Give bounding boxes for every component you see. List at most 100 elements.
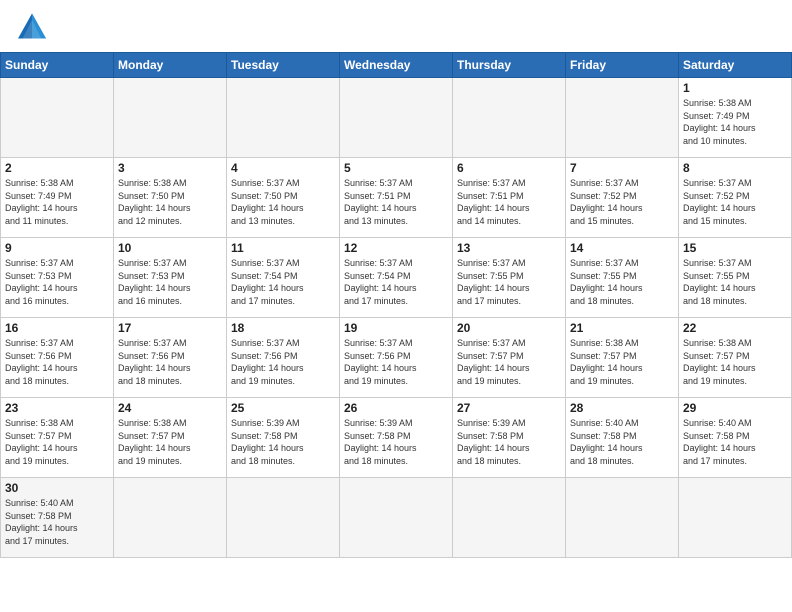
calendar-cell: 15 Sunrise: 5:37 AM Sunset: 7:55 PM Dayli… xyxy=(679,238,792,318)
calendar-header-tuesday: Tuesday xyxy=(227,53,340,78)
calendar-cell xyxy=(227,78,340,158)
calendar-cell: 21 Sunrise: 5:38 AM Sunset: 7:57 PM Dayli… xyxy=(566,318,679,398)
calendar-cell: 20 Sunrise: 5:37 AM Sunset: 7:57 PM Dayli… xyxy=(453,318,566,398)
calendar-cell xyxy=(114,78,227,158)
calendar-cell: 22Sunrise: 5:38 AM Sunset: 7:57 PM Dayli… xyxy=(679,318,792,398)
day-number: 6 xyxy=(457,161,561,175)
day-number: 20 xyxy=(457,321,561,335)
calendar-cell xyxy=(679,478,792,558)
calendar-cell: 28Sunrise: 5:40 AM Sunset: 7:58 PM Dayli… xyxy=(566,398,679,478)
day-number: 7 xyxy=(570,161,674,175)
calendar-cell: 5Sunrise: 5:37 AM Sunset: 7:51 PM Daylig… xyxy=(340,158,453,238)
calendar-cell: 1Sunrise: 5:38 AM Sunset: 7:49 PM Daylig… xyxy=(679,78,792,158)
day-number: 2 xyxy=(5,161,109,175)
calendar: SundayMondayTuesdayWednesdayThursdayFrid… xyxy=(0,52,792,558)
calendar-header-wednesday: Wednesday xyxy=(340,53,453,78)
day-info: Sunrise: 5:37 AM Sunset: 7:53 PM Dayligh… xyxy=(5,257,109,307)
calendar-header-saturday: Saturday xyxy=(679,53,792,78)
calendar-cell xyxy=(453,478,566,558)
calendar-cell: 18Sunrise: 5:37 AM Sunset: 7:56 PM Dayli… xyxy=(227,318,340,398)
calendar-cell: 17Sunrise: 5:37 AM Sunset: 7:56 PM Dayli… xyxy=(114,318,227,398)
day-number: 15 xyxy=(683,241,787,255)
day-number: 5 xyxy=(344,161,448,175)
day-info: Sunrise: 5:39 AM Sunset: 7:58 PM Dayligh… xyxy=(231,417,335,467)
day-info: Sunrise: 5:37 AM Sunset: 7:52 PM Dayligh… xyxy=(570,177,674,227)
day-number: 21 xyxy=(570,321,674,335)
day-number: 29 xyxy=(683,401,787,415)
calendar-week-2: 2 Sunrise: 5:38 AM Sunset: 7:49 PM Daylig… xyxy=(1,158,792,238)
day-number: 28 xyxy=(570,401,674,415)
logo xyxy=(16,12,52,40)
logo-icon xyxy=(16,12,48,40)
calendar-cell: 29 Sunrise: 5:40 AM Sunset: 7:58 PM Dayli… xyxy=(679,398,792,478)
calendar-cell: 4 Sunrise: 5:37 AM Sunset: 7:50 PM Daylig… xyxy=(227,158,340,238)
calendar-cell: 26 Sunrise: 5:39 AM Sunset: 7:58 PM Dayli… xyxy=(340,398,453,478)
calendar-cell: 9 Sunrise: 5:37 AM Sunset: 7:53 PM Daylig… xyxy=(1,238,114,318)
day-info: Sunrise: 5:37 AM Sunset: 7:54 PM Dayligh… xyxy=(344,257,448,307)
day-info: Sunrise: 5:38 AM Sunset: 7:49 PM Dayligh… xyxy=(5,177,109,227)
day-info: Sunrise: 5:37 AM Sunset: 7:55 PM Dayligh… xyxy=(457,257,561,307)
day-number: 9 xyxy=(5,241,109,255)
day-number: 14 xyxy=(570,241,674,255)
day-info: Sunrise: 5:37 AM Sunset: 7:50 PM Dayligh… xyxy=(231,177,335,227)
calendar-cell: 25Sunrise: 5:39 AM Sunset: 7:58 PM Dayli… xyxy=(227,398,340,478)
day-info: Sunrise: 5:39 AM Sunset: 7:58 PM Dayligh… xyxy=(344,417,448,467)
day-info: Sunrise: 5:40 AM Sunset: 7:58 PM Dayligh… xyxy=(683,417,787,467)
calendar-cell xyxy=(340,478,453,558)
day-number: 24 xyxy=(118,401,222,415)
day-number: 12 xyxy=(344,241,448,255)
calendar-header-row: SundayMondayTuesdayWednesdayThursdayFrid… xyxy=(1,53,792,78)
day-info: Sunrise: 5:40 AM Sunset: 7:58 PM Dayligh… xyxy=(5,497,109,547)
day-info: Sunrise: 5:38 AM Sunset: 7:50 PM Dayligh… xyxy=(118,177,222,227)
day-info: Sunrise: 5:39 AM Sunset: 7:58 PM Dayligh… xyxy=(457,417,561,467)
day-info: Sunrise: 5:37 AM Sunset: 7:51 PM Dayligh… xyxy=(457,177,561,227)
calendar-cell: 13 Sunrise: 5:37 AM Sunset: 7:55 PM Dayli… xyxy=(453,238,566,318)
day-info: Sunrise: 5:38 AM Sunset: 7:57 PM Dayligh… xyxy=(683,337,787,387)
day-info: Sunrise: 5:38 AM Sunset: 7:57 PM Dayligh… xyxy=(118,417,222,467)
calendar-cell: 23Sunrise: 5:38 AM Sunset: 7:57 PM Dayli… xyxy=(1,398,114,478)
calendar-cell: 27Sunrise: 5:39 AM Sunset: 7:58 PM Dayli… xyxy=(453,398,566,478)
calendar-cell: 7 Sunrise: 5:37 AM Sunset: 7:52 PM Daylig… xyxy=(566,158,679,238)
calendar-cell: 19Sunrise: 5:37 AM Sunset: 7:56 PM Dayli… xyxy=(340,318,453,398)
calendar-cell: 24 Sunrise: 5:38 AM Sunset: 7:57 PM Dayli… xyxy=(114,398,227,478)
calendar-cell: 11 Sunrise: 5:37 AM Sunset: 7:54 PM Dayli… xyxy=(227,238,340,318)
day-number: 26 xyxy=(344,401,448,415)
day-info: Sunrise: 5:38 AM Sunset: 7:57 PM Dayligh… xyxy=(570,337,674,387)
day-number: 11 xyxy=(231,241,335,255)
calendar-week-3: 9 Sunrise: 5:37 AM Sunset: 7:53 PM Daylig… xyxy=(1,238,792,318)
calendar-cell: 16Sunrise: 5:37 AM Sunset: 7:56 PM Dayli… xyxy=(1,318,114,398)
day-info: Sunrise: 5:37 AM Sunset: 7:56 PM Dayligh… xyxy=(344,337,448,387)
calendar-cell xyxy=(453,78,566,158)
day-number: 13 xyxy=(457,241,561,255)
day-number: 4 xyxy=(231,161,335,175)
day-number: 3 xyxy=(118,161,222,175)
day-info: Sunrise: 5:37 AM Sunset: 7:53 PM Dayligh… xyxy=(118,257,222,307)
calendar-week-6: 30Sunrise: 5:40 AM Sunset: 7:58 PM Dayli… xyxy=(1,478,792,558)
calendar-cell: 30Sunrise: 5:40 AM Sunset: 7:58 PM Dayli… xyxy=(1,478,114,558)
day-info: Sunrise: 5:37 AM Sunset: 7:57 PM Dayligh… xyxy=(457,337,561,387)
day-number: 18 xyxy=(231,321,335,335)
day-info: Sunrise: 5:37 AM Sunset: 7:54 PM Dayligh… xyxy=(231,257,335,307)
calendar-cell: 8Sunrise: 5:37 AM Sunset: 7:52 PM Daylig… xyxy=(679,158,792,238)
day-info: Sunrise: 5:37 AM Sunset: 7:55 PM Dayligh… xyxy=(683,257,787,307)
calendar-header-monday: Monday xyxy=(114,53,227,78)
calendar-cell: 3 Sunrise: 5:38 AM Sunset: 7:50 PM Daylig… xyxy=(114,158,227,238)
calendar-week-4: 16 Sunrise: 5:37 AM Sunset: 7:56 PM Dayli… xyxy=(1,318,792,398)
calendar-cell xyxy=(340,78,453,158)
calendar-cell xyxy=(227,478,340,558)
calendar-cell: 10Sunrise: 5:37 AM Sunset: 7:53 PM Dayli… xyxy=(114,238,227,318)
calendar-cell: 6 Sunrise: 5:37 AM Sunset: 7:51 PM Daylig… xyxy=(453,158,566,238)
calendar-week-5: 23 Sunrise: 5:38 AM Sunset: 7:57 PM Dayli… xyxy=(1,398,792,478)
calendar-cell: 12 Sunrise: 5:37 AM Sunset: 7:54 PM Dayli… xyxy=(340,238,453,318)
header xyxy=(0,0,792,48)
day-info: Sunrise: 5:37 AM Sunset: 7:52 PM Dayligh… xyxy=(683,177,787,227)
day-number: 1 xyxy=(683,81,787,95)
day-number: 23 xyxy=(5,401,109,415)
day-number: 16 xyxy=(5,321,109,335)
calendar-cell xyxy=(1,78,114,158)
day-info: Sunrise: 5:37 AM Sunset: 7:56 PM Dayligh… xyxy=(118,337,222,387)
calendar-cell: 14 Sunrise: 5:37 AM Sunset: 7:55 PM Dayli… xyxy=(566,238,679,318)
calendar-cell xyxy=(114,478,227,558)
day-info: Sunrise: 5:37 AM Sunset: 7:55 PM Dayligh… xyxy=(570,257,674,307)
calendar-header-friday: Friday xyxy=(566,53,679,78)
